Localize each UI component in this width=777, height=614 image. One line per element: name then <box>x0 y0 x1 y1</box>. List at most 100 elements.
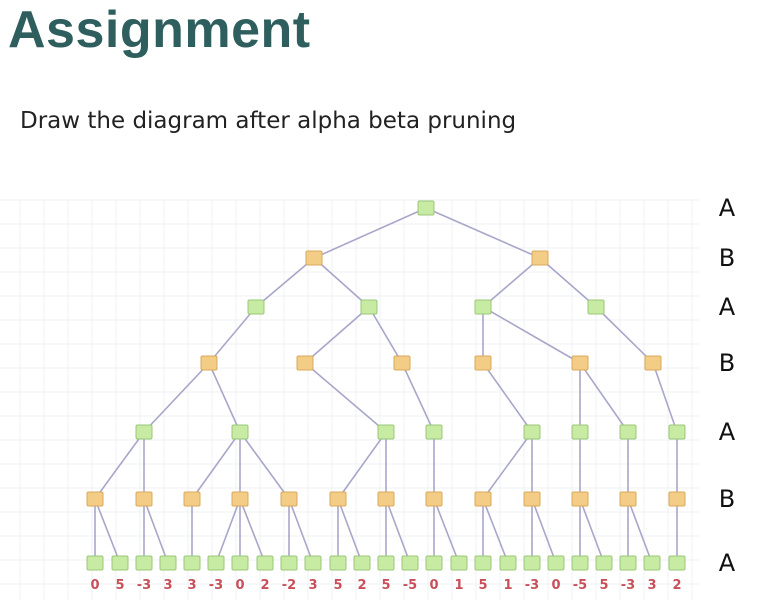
max-node <box>111 555 129 571</box>
min-node <box>571 355 589 371</box>
max-node <box>425 424 443 440</box>
max-node <box>329 555 347 571</box>
tree-edge <box>368 306 403 364</box>
tree-edge <box>425 207 541 259</box>
leaf-value: 1 <box>454 578 463 593</box>
tree-edge <box>239 431 290 500</box>
level-label: A <box>719 194 736 222</box>
leaf-value: 1 <box>503 578 512 593</box>
leaf-value: 5 <box>478 578 487 593</box>
tree-edge <box>531 498 557 564</box>
max-node <box>425 555 443 571</box>
min-node <box>305 250 323 266</box>
max-node <box>619 424 637 440</box>
max-node <box>207 555 225 571</box>
tree-edge <box>143 362 210 433</box>
leaf-value: 0 <box>235 578 244 593</box>
max-node <box>571 424 589 440</box>
tree-edge <box>579 362 629 433</box>
tree-edge <box>239 498 266 564</box>
leaf-value: -5 <box>573 578 587 593</box>
leaf-value: 5 <box>381 578 390 593</box>
max-node <box>360 299 378 315</box>
level-label: A <box>719 418 736 446</box>
min-node <box>531 250 549 266</box>
tree-edge <box>255 257 315 308</box>
max-node <box>231 424 249 440</box>
level-label: B <box>719 485 735 513</box>
tree-edge <box>482 498 509 564</box>
min-node <box>329 491 347 507</box>
tree-edge <box>208 362 241 433</box>
max-node <box>571 555 589 571</box>
tree-edge <box>482 257 541 308</box>
min-node <box>377 491 395 507</box>
leaf-value: -3 <box>137 578 151 593</box>
max-node <box>231 555 249 571</box>
min-node <box>135 491 153 507</box>
leaf-value: -3 <box>621 578 635 593</box>
max-node <box>247 299 265 315</box>
max-node <box>377 555 395 571</box>
max-node <box>135 555 153 571</box>
max-node <box>417 200 435 216</box>
min-node <box>393 355 411 371</box>
tree-edges <box>94 207 678 564</box>
max-node <box>587 299 605 315</box>
tree-edge <box>304 362 387 433</box>
max-node <box>523 424 541 440</box>
leaf-value: -3 <box>525 578 539 593</box>
level-label: B <box>719 244 735 272</box>
tree-edge <box>385 498 411 564</box>
leaf-value: 3 <box>647 578 656 593</box>
leaf-value: -2 <box>282 578 296 593</box>
max-node <box>619 555 637 571</box>
leaf-value: -5 <box>403 578 417 593</box>
tree-edge <box>337 498 363 564</box>
level-label: A <box>719 549 736 577</box>
tree-edge <box>433 498 460 564</box>
tree-edge <box>288 498 314 564</box>
level-label: B <box>719 349 735 377</box>
leaf-value: 3 <box>163 578 172 593</box>
leaf-value: 5 <box>599 578 608 593</box>
tree-edge <box>482 306 581 364</box>
max-node <box>304 555 322 571</box>
leaf-value: -3 <box>209 578 223 593</box>
leaf-value: 0 <box>551 578 560 593</box>
min-node <box>296 355 314 371</box>
min-node <box>523 491 541 507</box>
max-node <box>547 555 565 571</box>
leaf-value: 2 <box>672 578 681 593</box>
leaf-value: 5 <box>115 578 124 593</box>
max-node <box>86 555 104 571</box>
max-node <box>668 424 686 440</box>
leaf-value: 2 <box>357 578 366 593</box>
max-node <box>159 555 177 571</box>
leaf-value: 2 <box>260 578 269 593</box>
min-node <box>474 491 492 507</box>
min-node <box>200 355 218 371</box>
level-labels: ABABABA <box>719 194 736 577</box>
max-node <box>377 424 395 440</box>
max-node <box>668 555 686 571</box>
max-node <box>183 555 201 571</box>
tree-edge <box>313 207 427 259</box>
min-node <box>571 491 589 507</box>
max-node <box>353 555 371 571</box>
max-node <box>595 555 613 571</box>
max-node <box>643 555 661 571</box>
min-node <box>644 355 662 371</box>
tree-edge <box>208 306 257 364</box>
tree-edge <box>579 498 605 564</box>
max-node <box>135 424 153 440</box>
leaf-values: 0 5 -3 3 3 -3 0 2 -2 3 5 2 5 -5 0 1 5 1 -3 0 -5 5 -3 3 2 <box>90 578 681 593</box>
max-node <box>450 555 468 571</box>
tree-edge <box>482 362 533 433</box>
max-node <box>474 299 492 315</box>
min-node <box>231 491 249 507</box>
min-node <box>280 491 298 507</box>
max-node <box>401 555 419 571</box>
min-node <box>425 491 443 507</box>
leaf-value: 5 <box>333 578 342 593</box>
